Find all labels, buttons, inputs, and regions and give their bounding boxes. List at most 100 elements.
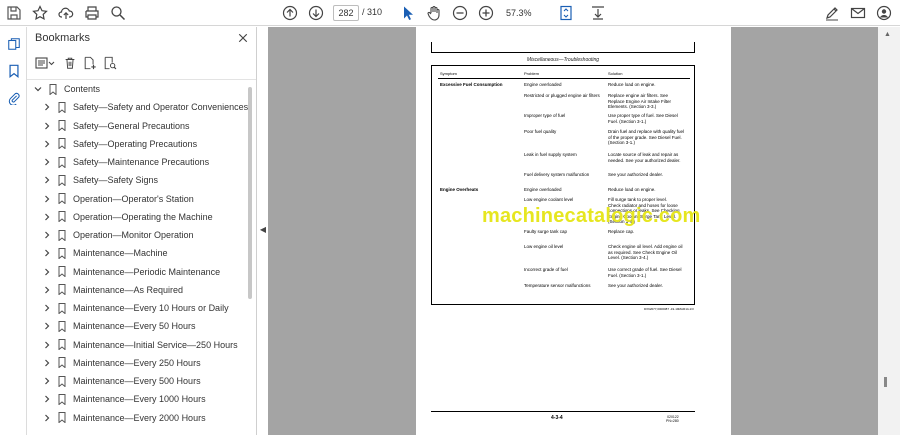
chevron-right-icon[interactable]	[42, 267, 52, 277]
chevron-right-icon[interactable]	[42, 248, 52, 258]
zoom-in-icon[interactable]	[476, 3, 496, 23]
pdf-page: Miscellaneous—Troubleshooting Symptom Pr…	[416, 27, 731, 435]
bookmark-item[interactable]: Maintenance—Every 1000 Hours	[27, 390, 249, 408]
chevron-down-icon[interactable]	[33, 84, 43, 94]
bookmark-item[interactable]: Safety—Safety and Operator Conveniences	[27, 98, 249, 116]
bookmark-item[interactable]: Operation—Operating the Machine	[27, 208, 249, 226]
chevron-right-icon[interactable]	[42, 102, 52, 112]
bookmark-label: Maintenance—Every 2000 Hours	[73, 412, 206, 423]
bookmark-label: Maintenance—Initial Service—250 Hours	[73, 339, 238, 350]
bookmark-star-icon[interactable]	[30, 3, 50, 23]
bookmark-item[interactable]: Operation—Operator's Station	[27, 190, 249, 208]
chevron-right-icon[interactable]	[42, 212, 52, 222]
col-problem-header: Problem	[524, 71, 539, 76]
bookmark-label: Safety—General Precautions	[73, 120, 190, 131]
cloud-upload-icon[interactable]	[56, 3, 76, 23]
bookmark-icon	[48, 83, 58, 95]
bookmark-item[interactable]: Maintenance—Every 50 Hours	[27, 317, 249, 335]
chevron-right-icon[interactable]	[42, 340, 52, 350]
cell-problem: Fuel delivery system malfunction	[524, 172, 590, 177]
bookmark-icon	[57, 284, 67, 296]
page-number-input[interactable]: 282	[333, 5, 359, 21]
bookmark-item[interactable]: Maintenance—As Required	[27, 281, 249, 299]
save-icon[interactable]	[4, 3, 24, 23]
zoom-out-icon[interactable]	[450, 3, 470, 23]
bookmark-icon	[57, 357, 67, 369]
left-tool-rail	[0, 27, 27, 435]
scroll-mode-icon[interactable]	[588, 3, 608, 23]
bookmark-item[interactable]: Operation—Monitor Operation	[27, 226, 249, 244]
bookmarks-panel-icon[interactable]	[5, 62, 22, 79]
cell-problem: Engine overloaded	[524, 187, 562, 192]
bookmark-item[interactable]: Safety—General Precautions	[27, 117, 249, 135]
edit-sign-icon[interactable]	[822, 3, 842, 23]
chevron-right-icon[interactable]	[42, 194, 52, 204]
scroll-thumb[interactable]	[884, 377, 887, 387]
bookmark-item[interactable]: Maintenance—Every 500 Hours	[27, 372, 249, 390]
bookmark-icon	[57, 120, 67, 132]
select-cursor-icon[interactable]	[398, 3, 418, 23]
bookmark-item[interactable]: Contents	[27, 80, 249, 98]
panel-title: Bookmarks	[35, 32, 91, 44]
chevron-right-icon[interactable]	[42, 321, 52, 331]
bookmark-item[interactable]: Maintenance—Initial Service—250 Hours	[27, 336, 249, 354]
chevron-right-icon[interactable]	[42, 121, 52, 131]
cell-problem: Incorrect grade of fuel	[524, 267, 568, 272]
bookmark-icon	[57, 266, 67, 278]
chevron-right-icon[interactable]	[42, 413, 52, 423]
next-page-icon[interactable]	[306, 3, 326, 23]
bookmark-item[interactable]: Maintenance—Periodic Maintenance	[27, 263, 249, 281]
chevron-right-icon[interactable]	[42, 358, 52, 368]
document-canvas[interactable]: Miscellaneous—Troubleshooting Symptom Pr…	[268, 27, 878, 435]
chevron-right-icon[interactable]	[42, 157, 52, 167]
account-icon[interactable]	[874, 3, 894, 23]
bookmark-item[interactable]: Maintenance—Every 2000 Hours	[27, 409, 249, 427]
bookmark-item[interactable]: Maintenance—Every 10 Hours or Daily	[27, 299, 249, 317]
doc-page-number: 4-3-4	[551, 415, 563, 421]
zoom-level-select[interactable]: 57.3%	[506, 5, 546, 21]
bookmark-item[interactable]: Safety—Safety Signs	[27, 171, 249, 189]
bookmark-item[interactable]: Safety—Maintenance Precautions	[27, 153, 249, 171]
hand-tool-icon[interactable]	[424, 3, 444, 23]
previous-page-icon[interactable]	[280, 3, 300, 23]
document-vertical-scrollbar[interactable]	[878, 27, 900, 435]
bookmark-scrollbar[interactable]	[248, 87, 252, 299]
bookmark-icon	[57, 101, 67, 113]
chevron-right-icon[interactable]	[42, 376, 52, 386]
bookmark-item[interactable]: Maintenance—Machine	[27, 244, 249, 262]
new-bookmark-icon[interactable]	[81, 54, 99, 72]
cell-problem: Engine overloaded	[524, 82, 562, 87]
cell-solution: See your authorized dealer.	[608, 172, 664, 177]
chevron-right-icon[interactable]	[42, 303, 52, 313]
page-thumbnails-icon[interactable]	[5, 35, 22, 52]
bookmark-icon	[57, 339, 67, 351]
options-menu-icon[interactable]	[33, 54, 57, 72]
find-bookmark-icon[interactable]	[101, 54, 119, 72]
fit-page-icon[interactable]	[556, 3, 576, 23]
search-icon[interactable]	[108, 3, 128, 23]
bookmark-list: Contents Safety—Safety and Operator Conve…	[27, 80, 249, 435]
main-toolbar: 282 / 310 57.3%	[0, 0, 900, 26]
bookmark-label: Maintenance—Every 50 Hours	[73, 321, 196, 332]
chevron-right-icon[interactable]	[42, 230, 52, 240]
bookmark-icon	[57, 302, 67, 314]
scroll-up-icon[interactable]: ▲	[884, 31, 892, 39]
bookmark-item[interactable]: Maintenance—Every 250 Hours	[27, 354, 249, 372]
header-bracket-right	[694, 42, 695, 52]
print-icon[interactable]	[82, 3, 102, 23]
cell-solution: Replace cap.	[608, 229, 635, 234]
delete-icon[interactable]	[61, 54, 79, 72]
email-icon[interactable]	[848, 3, 868, 23]
cell-symptom: Excessive Fuel Consumption	[440, 82, 503, 87]
close-icon[interactable]	[236, 31, 250, 45]
chevron-right-icon[interactable]	[42, 285, 52, 295]
pdf-reader-window: 282 / 310 57.3% Bookmarks Contents Safet…	[0, 0, 900, 435]
chevron-right-icon[interactable]	[42, 394, 52, 404]
chevron-right-icon[interactable]	[42, 139, 52, 149]
collapse-panel-icon[interactable]: ◀	[258, 220, 268, 238]
cell-symptom: Engine Overheats	[440, 187, 479, 192]
bookmark-icon	[57, 247, 67, 259]
attachments-icon[interactable]	[5, 89, 22, 106]
bookmark-item[interactable]: Safety—Operating Precautions	[27, 135, 249, 153]
chevron-right-icon[interactable]	[42, 175, 52, 185]
